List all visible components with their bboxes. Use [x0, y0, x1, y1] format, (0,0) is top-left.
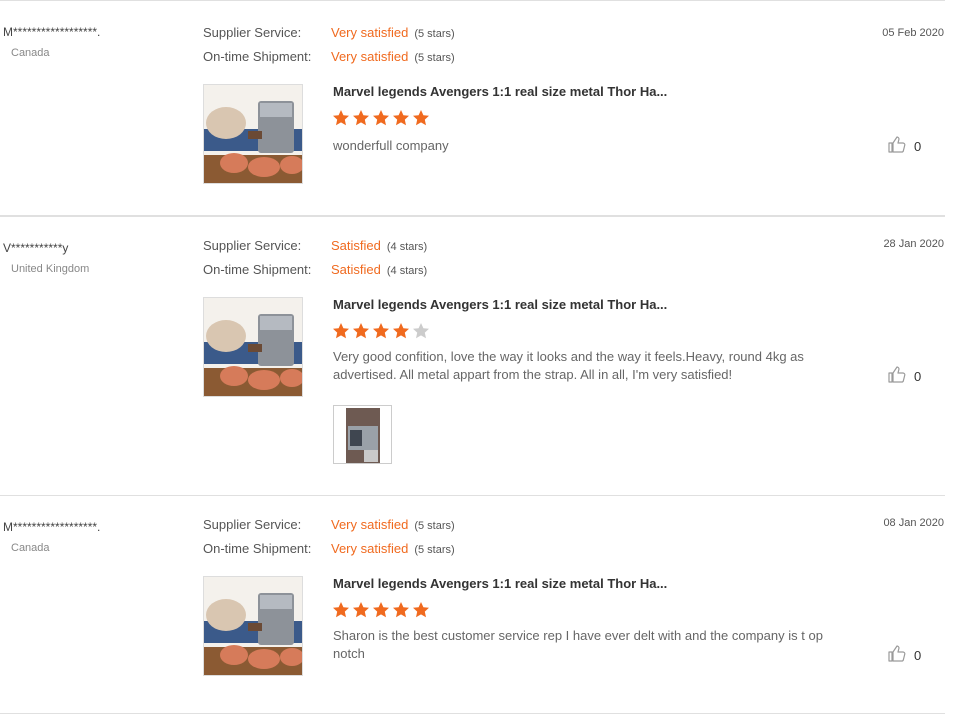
star-icon: [333, 323, 349, 339]
review-star-rating: [332, 322, 432, 340]
star-icon: [333, 110, 349, 126]
review-photo-thumbnail[interactable]: [333, 405, 392, 464]
helpful-count: 0: [914, 138, 922, 154]
supplier-service-rating: Supplier Service: Very satisfied (5 stars): [203, 25, 455, 40]
star-icon: [393, 110, 409, 126]
supplier-service-value: Satisfied: [331, 238, 381, 253]
review-star-rating: [332, 601, 432, 619]
supplier-service-stars: (4 stars): [386, 241, 428, 253]
review-item: M******************. Canada Supplier Ser…: [0, 0, 945, 216]
shipment-stars: (5 stars): [414, 544, 455, 556]
supplier-service-label: Supplier Service:: [203, 25, 302, 40]
product-title-link[interactable]: Marvel legends Avengers 1:1 real size me…: [333, 84, 667, 99]
star-icon: [393, 602, 409, 618]
review-text: Sharon is the best customer service rep …: [333, 628, 823, 661]
supplier-service-value: Very satisfied: [331, 25, 409, 40]
star-icon: [373, 602, 389, 618]
supplier-service-rating: Supplier Service: Satisfied (4 stars): [203, 238, 427, 253]
shipment-label: On-time Shipment:: [203, 262, 312, 277]
review-date: 28 Jan 2020: [883, 238, 944, 250]
product-thumbnail[interactable]: [203, 297, 303, 397]
supplier-service-stars: (5 stars): [414, 28, 455, 40]
reviewer-country: Canada: [11, 542, 50, 554]
review-star-rating: [332, 109, 432, 127]
star-icon: [333, 602, 349, 618]
helpful-count: 0: [914, 647, 922, 663]
shipment-value: Very satisfied: [331, 49, 409, 64]
helpful-button[interactable]: 0: [888, 365, 922, 388]
thumbs-up-icon: [888, 644, 906, 667]
star-icon: [353, 323, 369, 339]
star-icon: [413, 110, 429, 126]
review-date: 05 Feb 2020: [882, 27, 944, 39]
shipment-label: On-time Shipment:: [203, 541, 312, 556]
supplier-service-stars: (5 stars): [414, 520, 455, 532]
product-title-link[interactable]: Marvel legends Avengers 1:1 real size me…: [333, 297, 667, 312]
shipment-value: Very satisfied: [331, 541, 409, 556]
review-text: wonderfull company: [333, 138, 449, 153]
star-icon: [373, 110, 389, 126]
shipment-label: On-time Shipment:: [203, 49, 312, 64]
star-icon: [353, 110, 369, 126]
supplier-service-label: Supplier Service:: [203, 238, 302, 253]
reviewer-country: United Kingdom: [11, 263, 90, 275]
helpful-button[interactable]: 0: [888, 135, 922, 158]
product-thumbnail[interactable]: [203, 84, 303, 184]
product-thumbnail[interactable]: [203, 576, 303, 676]
review-item: V***********y United Kingdom Supplier Se…: [0, 216, 945, 496]
shipment-stars: (5 stars): [414, 52, 455, 64]
star-icon: [373, 323, 389, 339]
reviewer-name: M******************.: [3, 520, 101, 534]
star-icon: [393, 323, 409, 339]
review-text: Very good confition, love the way it loo…: [333, 349, 804, 382]
shipment-value: Satisfied: [331, 262, 381, 277]
star-icon: [413, 602, 429, 618]
helpful-count: 0: [914, 368, 922, 384]
review-date: 08 Jan 2020: [883, 517, 944, 529]
review-item: M******************. Canada Supplier Ser…: [0, 495, 945, 714]
supplier-service-label: Supplier Service:: [203, 517, 302, 532]
supplier-service-value: Very satisfied: [331, 517, 409, 532]
reviewer-country: Canada: [11, 47, 50, 59]
shipment-rating: On-time Shipment: Very satisfied (5 stars): [203, 49, 455, 64]
shipment-stars: (4 stars): [386, 265, 428, 277]
shipment-rating: On-time Shipment: Satisfied (4 stars): [203, 262, 427, 277]
thumbs-up-icon: [888, 365, 906, 388]
star-icon: [413, 323, 429, 339]
product-title-link[interactable]: Marvel legends Avengers 1:1 real size me…: [333, 576, 667, 591]
reviewer-name: V***********y: [3, 241, 69, 255]
shipment-rating: On-time Shipment: Very satisfied (5 stars): [203, 541, 455, 556]
supplier-service-rating: Supplier Service: Very satisfied (5 stars): [203, 517, 455, 532]
reviewer-name: M******************.: [3, 25, 101, 39]
helpful-button[interactable]: 0: [888, 644, 922, 667]
thumbs-up-icon: [888, 135, 906, 158]
star-icon: [353, 602, 369, 618]
